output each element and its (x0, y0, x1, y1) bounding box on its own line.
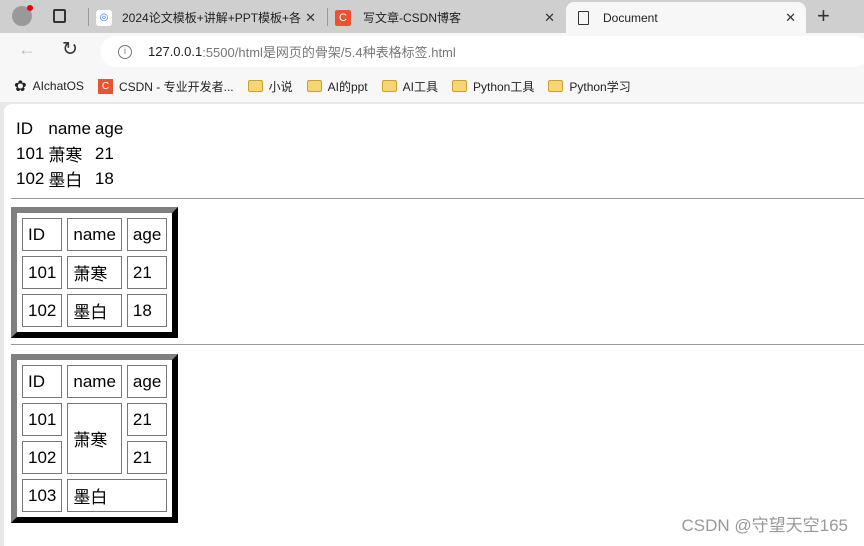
bookmark-folder[interactable]: Python工具 (452, 78, 534, 95)
document-icon (578, 10, 589, 25)
close-tab-icon[interactable]: ✕ (544, 10, 555, 26)
csdn-icon: C (335, 9, 351, 26)
tab-actions-icon[interactable] (53, 9, 66, 23)
folder-icon (452, 80, 467, 92)
divider (11, 344, 864, 345)
cell: 21 (94, 143, 114, 163)
cell: 萧寒 (67, 256, 122, 289)
merged-cells-table: ID name age 101 萧寒 21 102 21 103 墨白 (11, 354, 179, 523)
divider (11, 198, 864, 199)
url-input[interactable]: i 127.0.0.1:5500/html是网页的骨架/5.4种表格标签.htm… (100, 36, 864, 67)
folder-icon (381, 80, 397, 92)
close-tab-icon[interactable]: ✕ (785, 10, 796, 26)
plain-table: ID name age 101 萧寒 21 102 墨白 18 (14, 116, 125, 191)
bookmark-csdn[interactable]: C CSDN - 专业开发者... (97, 78, 234, 95)
rowspan-cell: 萧寒 (67, 403, 122, 474)
cell: 102 (22, 441, 63, 474)
page-content: ID name age 101 萧寒 21 102 墨白 18 ID name age 101 萧… (4, 104, 864, 546)
colspan-cell: 墨白 (67, 479, 168, 512)
cell: 102 (16, 168, 45, 188)
close-tab-icon[interactable]: ✕ (305, 10, 316, 26)
folder-icon (548, 80, 564, 92)
bookmark-folder[interactable]: 小说 (247, 78, 293, 95)
tab-baidu[interactable]: ◎ 2024论文模板+讲解+PPT模板+各 ✕ (96, 2, 326, 33)
tab-bar: ◎ 2024论文模板+讲解+PPT模板+各 ✕ C 写文章-CSDN博客 ✕ Doc… (0, 0, 864, 33)
cell: 101 (22, 256, 63, 289)
cell: 21 (126, 403, 168, 436)
bookmarks-bar: ✿ AIchatOS C CSDN - 专业开发者... 小说 AI的ppt AI工… (0, 70, 864, 102)
bookmark-folder[interactable]: AI工具 (381, 78, 438, 95)
tab-document[interactable]: Document ✕ (566, 2, 806, 33)
bookmark-folder[interactable]: Python学习 (548, 78, 631, 95)
cell: ID (22, 218, 63, 251)
cell: 18 (94, 168, 114, 188)
watermark: CSDN @守望天空165 (681, 516, 848, 535)
cell: name (48, 118, 91, 138)
cell: age (94, 118, 124, 138)
cell: 21 (126, 256, 168, 289)
cell: ID (16, 118, 33, 138)
reload-icon[interactable]: ↻ (62, 38, 78, 61)
bookmark-folder[interactable]: AI的ppt (306, 78, 368, 95)
cell: 墨白 (67, 294, 122, 327)
cell: 18 (126, 294, 168, 327)
new-tab-icon[interactable]: + (817, 3, 830, 29)
address-bar-row: ← ↻ i 127.0.0.1:5500/html是网页的骨架/5.4种表格标签… (0, 33, 864, 70)
cell: 101 (16, 143, 45, 163)
cell: 101 (22, 403, 63, 436)
bookmark-aichatos[interactable]: ✿ AIchatOS (14, 77, 84, 95)
cell: name (67, 365, 122, 398)
csdn-icon: C (97, 78, 113, 94)
cell: age (126, 218, 168, 251)
back-icon[interactable]: ← (18, 39, 36, 60)
cell: 102 (22, 294, 63, 327)
cell: 萧寒 (48, 146, 83, 165)
cell: 103 (22, 479, 63, 512)
cell: age (126, 365, 168, 398)
folder-icon (306, 80, 322, 92)
openai-icon: ✿ (14, 78, 27, 95)
cell: 墨白 (48, 171, 83, 190)
cell: ID (22, 365, 63, 398)
tab-csdn[interactable]: C 写文章-CSDN博客 ✕ (335, 2, 565, 33)
baidu-cloud-icon: ◎ (96, 9, 112, 26)
bordered-table: ID name age 101 萧寒 21 102 墨白 18 (11, 207, 179, 338)
cell: 21 (126, 441, 168, 474)
cell: name (67, 218, 122, 251)
folder-icon (247, 80, 263, 92)
site-info-icon[interactable]: i (118, 44, 132, 59)
notification-dot-icon (27, 5, 33, 11)
